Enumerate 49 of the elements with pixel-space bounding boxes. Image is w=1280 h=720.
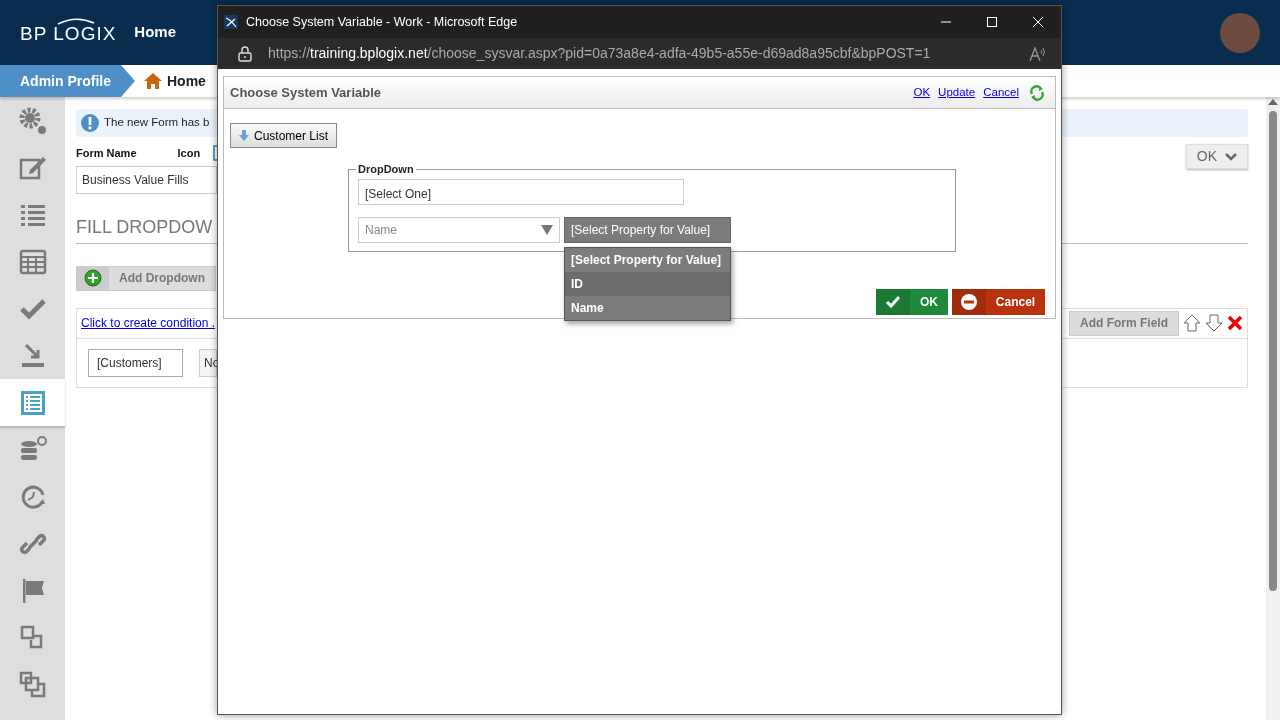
delete-icon[interactable] — [1227, 315, 1243, 331]
nav-link[interactable]: Home — [134, 21, 177, 44]
arrow-down-icon — [239, 130, 249, 141]
scroll-up-icon[interactable] — [1268, 99, 1278, 105]
dropdown-triangle-icon — [541, 225, 553, 235]
lock-icon — [238, 45, 252, 62]
dropdown-option[interactable]: [Select Property for Value] — [565, 248, 730, 272]
scrollbar-thumb[interactable] — [1269, 111, 1277, 591]
customer-list-button[interactable]: Customer List — [230, 123, 338, 148]
window-title: Choose System Variable - Work - Microsoft Edge — [246, 13, 518, 31]
checkmark-icon — [885, 295, 901, 309]
app-icon — [224, 15, 238, 29]
scrollbar[interactable] — [1266, 97, 1280, 720]
layers-icon — [17, 669, 48, 700]
read-aloud-icon[interactable] — [1029, 45, 1047, 62]
dialog-title: Choose System Variable — [230, 83, 381, 102]
avatar[interactable] — [1220, 12, 1260, 53]
sidebar-item[interactable] — [0, 379, 65, 426]
dropdown-option[interactable]: ID — [565, 272, 730, 296]
info-icon — [80, 113, 100, 133]
source-field[interactable]: [Customers] — [88, 348, 183, 377]
home-icon — [143, 72, 163, 90]
value-field[interactable]: [Select One] — [358, 179, 684, 205]
breadcrumb-link[interactable]: Home — [167, 70, 206, 92]
ok-dropdown-button[interactable]: OK — [1185, 144, 1248, 169]
arrow-down-icon[interactable] — [1205, 314, 1223, 332]
group-legend: DropDown — [356, 164, 416, 175]
notice-text: The new Form has b — [104, 115, 210, 131]
header-link[interactable]: OK — [913, 83, 931, 102]
close-icon[interactable] — [1033, 17, 1043, 27]
field-label: Form Name — [76, 146, 137, 161]
form-name-field[interactable]: Business Value Fills — [76, 165, 217, 194]
maximize-icon[interactable] — [987, 17, 997, 27]
chevron-down-icon — [1225, 152, 1237, 161]
gears-icon — [17, 105, 48, 136]
condition-link[interactable]: Click to create condition . — [81, 314, 216, 332]
ok-button[interactable]: OK — [876, 289, 948, 315]
cancel-button[interactable]: Cancel — [952, 289, 1045, 315]
plus-circle-icon — [84, 269, 102, 287]
dropdown-option[interactable]: Name — [565, 296, 730, 320]
arrow-up-icon[interactable] — [1183, 314, 1201, 332]
refresh-icon[interactable] — [1029, 84, 1045, 101]
header-link[interactable]: Update — [938, 83, 976, 102]
logo-swoosh-icon — [56, 16, 97, 25]
logo-text: BP LOGIX — [20, 23, 117, 45]
field-label: Icon — [177, 146, 201, 161]
header-link[interactable]: Cancel — [983, 83, 1019, 102]
minus-circle-icon — [960, 293, 978, 311]
name-select[interactable]: Name — [358, 217, 560, 243]
